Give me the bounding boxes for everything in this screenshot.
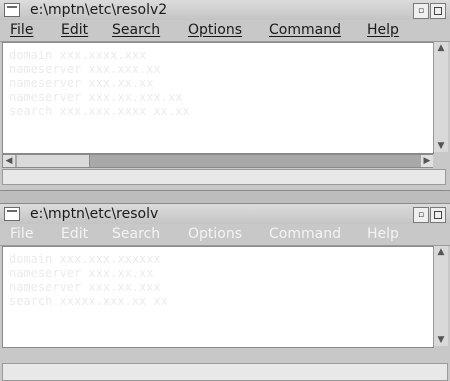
system-menu-icon[interactable] [4, 207, 20, 221]
window-title: e:\mptn\etc\resolv2 [30, 2, 168, 18]
text-area[interactable]: domain xxx.xxxx.xxx nameserver xxx.xxx.x… [2, 42, 434, 154]
scroll-down-icon[interactable]: ▼ [434, 140, 448, 152]
menu-bar: File Edit Search Options Command Help [0, 20, 450, 42]
title-bar[interactable]: e:\mptn\etc\resolv2 ▫ [0, 0, 450, 21]
menu-options[interactable]: Options [188, 22, 242, 39]
vertical-scrollbar[interactable]: ▲ ▼ [433, 42, 448, 152]
text-line: search xxx.xxx.xxxx xx.xx [9, 104, 190, 118]
menu-command[interactable]: Command [269, 226, 341, 243]
editor-window-resolv[interactable]: e:\mptn\etc\resolv ▫ File Edit Search Op… [0, 204, 450, 381]
menu-bar: File Edit Search Options Command Help [0, 224, 450, 246]
scroll-up-icon[interactable]: ▲ [434, 42, 448, 54]
text-line: nameserver xxx.xx.xx [9, 76, 154, 90]
menu-help[interactable]: Help [367, 22, 399, 39]
scrollbar-corner [433, 154, 447, 168]
menu-command[interactable]: Command [269, 22, 341, 39]
text-area[interactable]: domain xxx.xxx.xxxxxx nameserver xxx.xx.… [2, 246, 434, 348]
text-line: domain xxx.xxx.xxxxxx [9, 252, 161, 266]
menu-edit[interactable]: Edit [61, 22, 88, 39]
window-divider [0, 190, 450, 204]
scroll-down-icon[interactable]: ▼ [434, 334, 448, 346]
status-bar: Line 1 Col 1 Insert [2, 169, 446, 185]
menu-search[interactable]: Search [112, 22, 160, 39]
menu-search[interactable]: Search [112, 226, 160, 243]
maximize-icon [434, 211, 442, 219]
menu-file[interactable]: File [10, 226, 33, 243]
maximize-button[interactable] [430, 3, 446, 19]
editor-window-resolv2[interactable]: e:\mptn\etc\resolv2 ▫ File Edit Search O… [0, 0, 450, 190]
scroll-right-icon[interactable]: ▶ [421, 155, 433, 167]
scroll-up-icon[interactable]: ▲ [434, 246, 448, 258]
text-line: nameserver xxx.xx.xxx [9, 280, 161, 294]
maximize-icon [434, 7, 442, 15]
status-bar [2, 363, 448, 381]
title-bar[interactable]: e:\mptn\etc\resolv ▫ [0, 204, 450, 225]
text-line: nameserver xxx.xxx.xx [9, 62, 161, 76]
scroll-left-icon[interactable]: ◀ [3, 155, 15, 167]
menu-edit[interactable]: Edit [61, 226, 88, 243]
minimize-button[interactable]: ▫ [413, 3, 429, 19]
menu-file[interactable]: File [10, 22, 33, 39]
menu-help[interactable]: Help [367, 226, 399, 243]
text-line: domain xxx.xxxx.xxx [9, 48, 147, 62]
vertical-scrollbar[interactable]: ▲ ▼ [433, 246, 448, 346]
text-line: search xxxxx.xxx.xx xx [9, 294, 168, 308]
system-menu-icon[interactable] [4, 3, 20, 17]
minimize-button[interactable]: ▫ [413, 207, 429, 223]
horizontal-scrollbar[interactable]: ◀ ▶ [2, 154, 434, 168]
horizontal-scroll-thumb[interactable] [17, 155, 90, 167]
menu-options[interactable]: Options [188, 226, 242, 243]
text-line: nameserver xxx.xx.xxx.xx [9, 90, 183, 104]
maximize-button[interactable] [430, 207, 446, 223]
window-title: e:\mptn\etc\resolv [30, 206, 159, 222]
text-line: nameserver xxx.xx.xx [9, 266, 154, 280]
